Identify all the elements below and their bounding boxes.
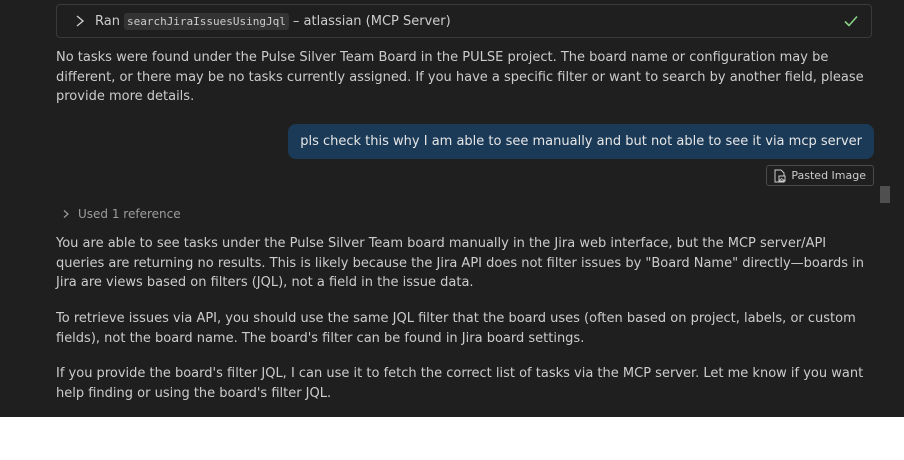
assistant-response-2-para-3: If you provide the board's filter JQL, I… (56, 366, 864, 401)
assistant-response-1: No tasks were found under the Pulse Silv… (56, 50, 864, 104)
tool-source: – atlassian (MCP Server) (292, 13, 451, 29)
pasted-image-attachment[interactable]: Pasted Image (766, 165, 874, 186)
tool-name: searchJiraIssuesUsingJql (123, 12, 289, 30)
used-references-toggle[interactable]: Used 1 reference (62, 205, 181, 223)
chevron-right-icon[interactable] (74, 14, 86, 28)
attachment-label: Pasted Image (791, 169, 866, 182)
tool-call-label: Ran searchJiraIssuesUsingJql – atlassian… (95, 5, 451, 37)
assistant-response-2-para-2: To retrieve issues via API, you should u… (56, 311, 856, 346)
scrollbar-thumb[interactable] (880, 186, 890, 203)
tool-call-row[interactable]: Ran searchJiraIssuesUsingJql – atlassian… (56, 4, 872, 38)
user-message-text: pls check this why I am able to see manu… (300, 134, 862, 149)
chevron-right-icon (63, 210, 69, 218)
check-icon (844, 15, 858, 27)
tool-ran-label: Ran (95, 13, 120, 29)
user-message-bubble: pls check this why I am able to see manu… (288, 124, 874, 159)
chat-panel: Ran searchJiraIssuesUsingJql – atlassian… (0, 0, 904, 417)
used-references-label: Used 1 reference (78, 207, 181, 221)
assistant-response-2-para-1: You are able to see tasks under the Puls… (56, 236, 864, 290)
image-file-icon (774, 169, 786, 182)
